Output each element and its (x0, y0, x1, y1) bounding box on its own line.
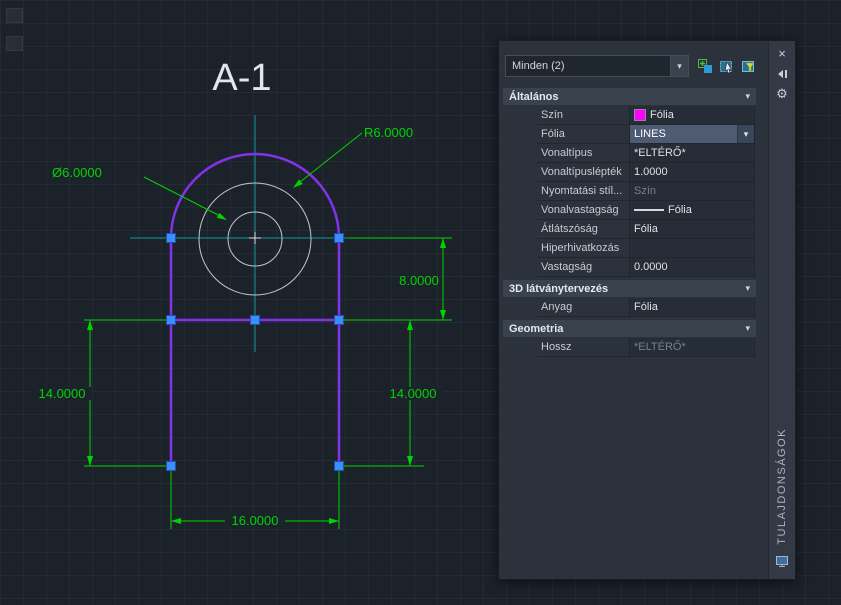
upper-height-dim-label: 8.0000 (399, 273, 439, 288)
property-value[interactable]: Fólia (629, 106, 755, 125)
property-label: Fólia (537, 125, 629, 144)
property-row-nyomtatasi-stilus: Nyomtatási stíl... Szín (537, 182, 755, 201)
autocad-drawing-area: R6.0000 Ø6.0000 8.0000 14.0000 14.0000 1… (0, 0, 841, 605)
property-value-text: Fólia (668, 204, 692, 216)
lineweight-sample (634, 209, 664, 211)
property-label: Hossz (537, 338, 629, 357)
close-icon[interactable]: × (769, 46, 795, 61)
left-height-dim-label: 14.0000 (39, 386, 86, 401)
palette-toolbar (696, 57, 758, 75)
chevron-down-icon[interactable]: ▾ (737, 125, 754, 143)
property-value-text: *ELTÉRŐ* (634, 341, 686, 353)
property-label: Hiperhivatkozás (537, 239, 629, 258)
property-value[interactable]: Fólia (629, 298, 755, 317)
property-row-vonalvastagsag: Vonalvastagság Fólia (537, 201, 755, 220)
property-value-text: Fólia (634, 223, 658, 235)
property-label: Nyomtatási stíl... (537, 182, 629, 201)
property-label: Vonaltípuslépték (537, 163, 629, 182)
property-value[interactable]: Fólia (629, 201, 755, 220)
property-value[interactable]: *ELTÉRŐ* (629, 338, 755, 357)
property-value-text: Szín (634, 185, 657, 197)
section-header-3d[interactable]: 3D látványtervezés ▾ (503, 280, 756, 297)
property-row-atlatszosag: Átlátszóság Fólia (537, 220, 755, 239)
property-label: Anyag (537, 298, 629, 317)
property-label: Vastagság (537, 258, 629, 277)
property-row-vonaltipus: Vonaltípus *ELTÉRŐ* (537, 144, 755, 163)
property-label: Vonalvastagság (537, 201, 629, 220)
color-swatch (634, 109, 646, 121)
select-objects-icon[interactable] (718, 57, 736, 75)
property-label: Szín (537, 106, 629, 125)
property-row-hiperhivatkozas: Hiperhivatkozás (537, 239, 755, 258)
property-value-text: *ELTÉRŐ* (634, 147, 686, 159)
quick-select-icon[interactable] (740, 57, 758, 75)
palette-topbar: Minden (2) ▾ (499, 41, 768, 77)
property-row-vastagsag: Vastagság 0.0000 (537, 258, 755, 277)
right-height-dim-label: 14.0000 (390, 386, 437, 401)
autohide-icon[interactable] (769, 66, 795, 81)
property-label: Átlátszóság (537, 220, 629, 239)
section-header-geometria[interactable]: Geometria ▾ (503, 320, 756, 337)
bottom-width-dim-label: 16.0000 (232, 513, 279, 528)
property-row-szin: Szín Fólia (537, 106, 755, 125)
collapse-icon: ▾ (745, 323, 750, 333)
property-value[interactable]: *ELTÉRŐ* (629, 144, 755, 163)
property-value[interactable]: 1.0000 (629, 163, 755, 182)
center-mark (249, 232, 261, 244)
dimensions: R6.0000 Ø6.0000 8.0000 14.0000 14.0000 1… (32, 125, 452, 529)
property-value-text: LINES (634, 128, 666, 140)
display-icon[interactable] (775, 555, 789, 571)
section-title: 3D látványtervezés (509, 282, 609, 295)
property-row-folia: Fólia LINES ▾ (537, 125, 755, 144)
properties-palette: Minden (2) ▾ Általános ▾ Szín Fólia Fóli… (498, 40, 796, 580)
property-label: Vonaltípus (537, 144, 629, 163)
diameter-dim-label: Ø6.0000 (52, 165, 102, 180)
property-value[interactable]: Szín (629, 182, 755, 201)
pickadd-toggle-icon[interactable] (696, 57, 714, 75)
property-value-text: Fólia (634, 301, 658, 313)
property-grid: Általános ▾ Szín Fólia Fólia LINES ▾ Von… (499, 85, 768, 357)
property-value-text: 1.0000 (634, 166, 668, 178)
palette-titlebar[interactable]: × ⚙ TULAJDONSÁGOK (768, 40, 796, 580)
selection-filter-value: Minden (2) (512, 60, 565, 72)
selection-filter-dropdown[interactable]: Minden (2) ▾ (505, 55, 689, 77)
property-value[interactable] (629, 239, 755, 258)
property-value-text: 0.0000 (634, 261, 668, 273)
property-value[interactable]: 0.0000 (629, 258, 755, 277)
property-row-hossz: Hossz *ELTÉRŐ* (537, 338, 755, 357)
layer-combo[interactable]: LINES ▾ (629, 125, 755, 144)
chevron-down-icon: ▾ (670, 56, 688, 76)
palette-vertical-title: TULAJDONSÁGOK (776, 428, 788, 545)
property-value[interactable]: Fólia (629, 220, 755, 239)
section-title: Általános (509, 90, 559, 103)
property-row-anyag: Anyag Fólia (537, 298, 755, 317)
section-title: Geometria (509, 322, 564, 335)
property-value-text: Fólia (650, 109, 674, 121)
gear-icon[interactable]: ⚙ (769, 86, 795, 101)
drawing-title: A-1 (212, 57, 271, 99)
collapse-icon: ▾ (745, 283, 750, 293)
properties-palette-main: Minden (2) ▾ Általános ▾ Szín Fólia Fóli… (498, 40, 768, 580)
section-header-altalanos[interactable]: Általános ▾ (503, 88, 756, 105)
collapse-icon: ▾ (745, 91, 750, 101)
radius-dim-label: R6.0000 (364, 125, 413, 140)
crosshair-lines (130, 115, 348, 352)
property-row-vonaltipusleptek: Vonaltípuslépték 1.0000 (537, 163, 755, 182)
